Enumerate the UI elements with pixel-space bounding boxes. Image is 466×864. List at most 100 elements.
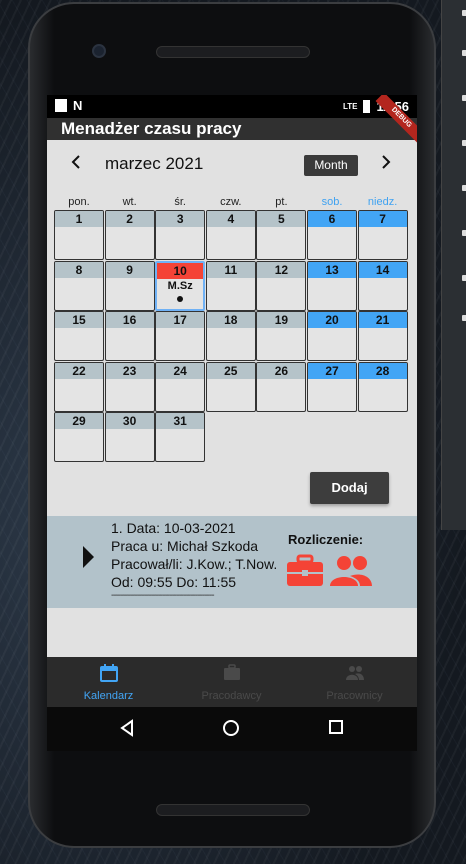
app-bar: Menadżer czasu pracy DEBUG xyxy=(47,95,417,144)
day-cell[interactable]: 20 xyxy=(307,311,357,361)
weekday-header: pon. wt. śr. czw. pt. sob. niedz. xyxy=(54,196,408,210)
panel-icon[interactable] xyxy=(462,50,466,56)
day-cell[interactable]: 2 xyxy=(104,210,155,260)
day-cell[interactable]: 21 xyxy=(357,311,408,361)
day-cell[interactable]: 22 xyxy=(54,361,104,412)
next-month-button[interactable] xyxy=(379,154,393,175)
day-number: 27 xyxy=(308,362,356,379)
day-cell[interactable]: 24 xyxy=(155,361,206,412)
day-cell[interactable]: 18 xyxy=(205,311,256,361)
day-number: 18 xyxy=(206,312,255,328)
nfc-icon: N xyxy=(73,98,83,113)
day-number: 16 xyxy=(105,312,154,328)
panel-icon[interactable] xyxy=(462,315,466,321)
day-number: 30 xyxy=(105,413,154,429)
day-cell[interactable]: 19 xyxy=(256,311,307,361)
home-icon[interactable] xyxy=(222,719,240,737)
day-number: 20 xyxy=(308,312,356,328)
weekday-label: niedz. xyxy=(367,196,398,208)
day-cell[interactable]: 4 xyxy=(205,210,256,260)
nav-label-employers: Pracodawcy xyxy=(201,690,262,702)
format-toggle-button[interactable]: Month xyxy=(304,155,358,176)
day-cell[interactable]: 6 xyxy=(307,210,357,260)
event-marker-dot xyxy=(177,295,184,302)
day-cell[interactable]: 11 xyxy=(205,260,256,311)
day-cell[interactable]: 15 xyxy=(54,311,104,361)
day-cell[interactable]: 8 xyxy=(54,260,104,311)
day-number: 6 xyxy=(308,211,356,227)
prev-month-button[interactable] xyxy=(69,154,83,175)
back-icon[interactable] xyxy=(119,719,135,737)
nav-item-workers[interactable]: Pracownicy xyxy=(293,663,416,702)
day-number: 23 xyxy=(105,362,154,379)
day-number: 14 xyxy=(358,261,407,278)
nav-item-employers[interactable]: Pracodawcy xyxy=(170,663,293,702)
day-number: 22 xyxy=(55,362,103,379)
day-cell[interactable]: 29 xyxy=(54,412,104,462)
nav-label-workers: Pracownicy xyxy=(326,690,383,702)
bottom-navigation: Kalendarz Pracodawcy Pracownicy xyxy=(47,657,417,707)
recents-icon[interactable] xyxy=(328,719,344,735)
weekday-label: wt. xyxy=(122,196,137,208)
add-button[interactable]: Dodaj xyxy=(310,472,389,504)
day-cell[interactable]: 27 xyxy=(307,361,357,412)
day-number: 2 xyxy=(105,211,154,227)
day-cell[interactable]: 28 xyxy=(357,361,408,412)
battery-icon xyxy=(363,100,371,113)
weekday-label: pt. xyxy=(275,196,288,208)
front-camera xyxy=(92,44,106,58)
day-cell[interactable]: 5 xyxy=(256,210,307,260)
day-number: 7 xyxy=(358,211,407,227)
expand-arrow-icon[interactable] xyxy=(83,546,94,568)
day-number: 24 xyxy=(156,362,205,379)
day-cell[interactable]: 14 xyxy=(357,260,408,311)
day-cell[interactable]: 3 xyxy=(155,210,206,260)
day-number: 13 xyxy=(308,261,356,278)
people-icon[interactable] xyxy=(330,554,372,588)
day-event-label: M.Sz xyxy=(167,279,193,292)
day-cell[interactable]: 7 xyxy=(357,210,408,260)
nav-label-calendar: Kalendarz xyxy=(83,690,134,702)
day-number: 28 xyxy=(358,362,407,379)
day-number: 31 xyxy=(156,413,205,429)
panel-icon[interactable] xyxy=(462,140,466,146)
briefcase-icon[interactable] xyxy=(285,554,325,588)
work-entry[interactable]: 1. Data: 10-03-2021 Praca u: Michał Szko… xyxy=(47,516,417,608)
entry-hours: Od: 09:55 Do: 11:55 xyxy=(111,574,237,590)
nav-item-calendar[interactable]: Kalendarz xyxy=(47,663,170,702)
day-number: 4 xyxy=(206,211,255,227)
panel-icon[interactable] xyxy=(462,10,466,16)
day-number: 10 xyxy=(157,262,204,279)
app-title: Menadżer czasu pracy xyxy=(61,119,242,138)
people-icon xyxy=(345,666,364,680)
day-cell[interactable]: 23 xyxy=(104,361,155,412)
day-cell[interactable]: 12 xyxy=(256,260,307,311)
day-cell[interactable]: 13 xyxy=(307,260,357,311)
day-number: 11 xyxy=(206,261,255,278)
day-number: 8 xyxy=(55,261,103,278)
day-cell[interactable]: 30 xyxy=(104,412,155,462)
day-cell[interactable]: 26 xyxy=(256,361,307,412)
day-cell[interactable]: 25 xyxy=(205,361,256,412)
status-bar: N LTE 11:56 xyxy=(47,95,417,118)
panel-icon[interactable] xyxy=(462,230,466,236)
entry-date: 1. Data: 10-03-2021 xyxy=(111,520,236,536)
weekday-label: czw. xyxy=(220,196,242,208)
day-number: 19 xyxy=(257,312,306,328)
day-number: 1 xyxy=(55,211,103,227)
day-cell[interactable]: 17 xyxy=(155,311,206,361)
day-cell[interactable]: 9 xyxy=(104,260,155,311)
day-cell[interactable]: 16 xyxy=(104,311,155,361)
panel-icon[interactable] xyxy=(462,275,466,281)
bottom-speaker xyxy=(156,804,310,816)
app-screen: N LTE 11:56 Menadżer czasu pracy DEBUG m… xyxy=(47,95,417,707)
panel-icon[interactable] xyxy=(462,185,466,191)
day-number: 5 xyxy=(257,211,306,227)
panel-icon[interactable] xyxy=(462,95,466,101)
calendar-grid: 1 2 3 4 5 6 7 8 9 10 M.Sz 11 12 13 14 15 16 17 18 19 20 21 22 2… xyxy=(54,210,408,466)
entry-employer: Praca u: Michał Szkoda xyxy=(111,538,259,554)
day-cell[interactable]: 31 xyxy=(155,412,206,462)
day-cell[interactable]: 1 xyxy=(54,210,104,260)
android-navigation-bar xyxy=(47,707,417,751)
day-cell[interactable]: 10 M.Sz xyxy=(155,260,206,311)
